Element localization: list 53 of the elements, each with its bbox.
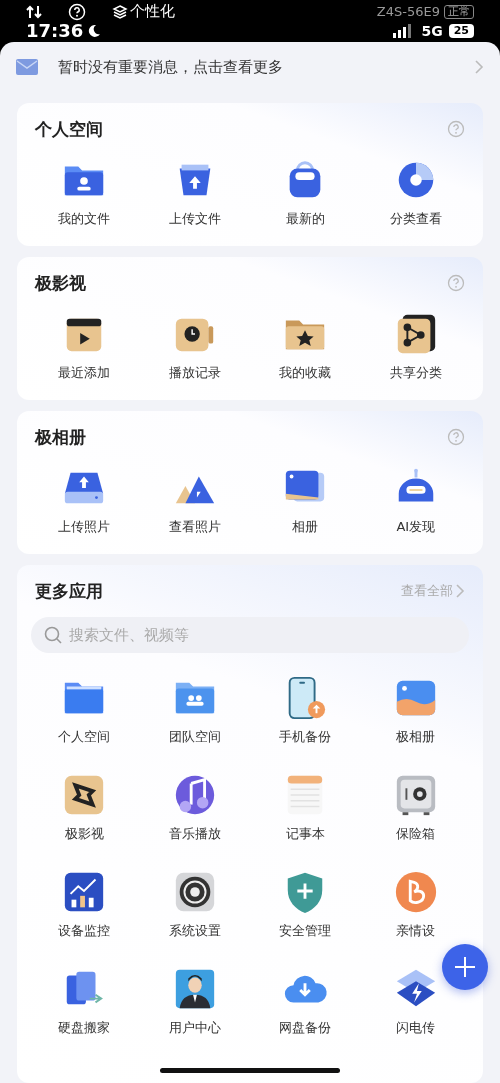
app-label[interactable]: 安全管理 (279, 922, 332, 940)
plus-icon (454, 956, 476, 978)
shortcut-label[interactable]: 查看照片 (168, 518, 221, 536)
app-label[interactable]: 保险箱 (396, 825, 436, 843)
status-time: 17:36 (26, 20, 84, 41)
device-status: 正常 (444, 4, 474, 19)
moon-icon (87, 23, 102, 38)
section-title: 极相册 (35, 425, 86, 449)
section-title: 极影视 (35, 271, 86, 295)
shortcut-label[interactable]: 我的文件 (58, 210, 111, 228)
section-title: 更多应用 (35, 579, 103, 603)
app-label[interactable]: 设备监控 (58, 922, 111, 940)
app-label[interactable]: 闪电传 (396, 1019, 436, 1037)
shortcut-label[interactable]: 最近添加 (58, 364, 111, 382)
help-icon[interactable] (447, 428, 465, 446)
shortcut-label[interactable]: 播放记录 (168, 364, 221, 382)
shortcut-label[interactable]: 上传照片 (58, 518, 111, 536)
shortcut-label[interactable]: 最新的 (285, 210, 325, 228)
shortcut-label[interactable]: 我的收藏 (279, 364, 332, 382)
app-label[interactable]: 个人空间 (58, 728, 111, 746)
app-label[interactable]: 极影视 (64, 825, 104, 843)
network-type: 5G (421, 22, 443, 39)
search-field[interactable]: 搜索文件、视频等 (31, 617, 469, 653)
app-label[interactable]: 音乐播放 (168, 825, 221, 843)
help-icon[interactable] (447, 120, 465, 138)
section-title: 个人空间 (35, 117, 103, 141)
shortcut-label[interactable]: 相册 (292, 518, 319, 536)
app-label[interactable]: 网盘备份 (279, 1019, 332, 1037)
battery-level: 25 (448, 23, 474, 38)
search-icon (43, 625, 63, 645)
shortcut-label[interactable]: 分类查看 (389, 210, 442, 228)
device-name: Z4S-56E9 (376, 4, 440, 19)
shortcut-label[interactable]: AI发现 (396, 518, 436, 536)
app-label[interactable]: 团队空间 (168, 728, 221, 746)
app-label[interactable]: 系统设置 (168, 922, 221, 940)
app-label[interactable]: 记事本 (285, 825, 325, 843)
personalize-label: 个性化 (130, 2, 175, 21)
app-label[interactable]: 极相册 (396, 728, 436, 746)
app-label[interactable]: 手机备份 (279, 728, 332, 746)
message-notice[interactable]: 暂时没有重要消息，点击查看更多 (8, 42, 492, 92)
help-icon[interactable] (447, 274, 465, 292)
notice-text: 暂时没有重要消息，点击查看更多 (58, 57, 284, 77)
mail-icon (16, 59, 38, 75)
shortcut-label[interactable]: 共享分类 (389, 364, 442, 382)
app-label[interactable]: 用户中心 (168, 1019, 221, 1037)
shortcut-label[interactable]: 上传文件 (168, 210, 221, 228)
help-icon (68, 2, 86, 21)
app-label[interactable]: 亲情设 (396, 922, 436, 940)
chevron-icon (474, 59, 484, 75)
data-transfer-icon (26, 4, 42, 19)
app-label[interactable]: 硬盘搬家 (58, 1019, 111, 1037)
layers-icon (112, 3, 128, 20)
chevron-icon (455, 583, 465, 599)
